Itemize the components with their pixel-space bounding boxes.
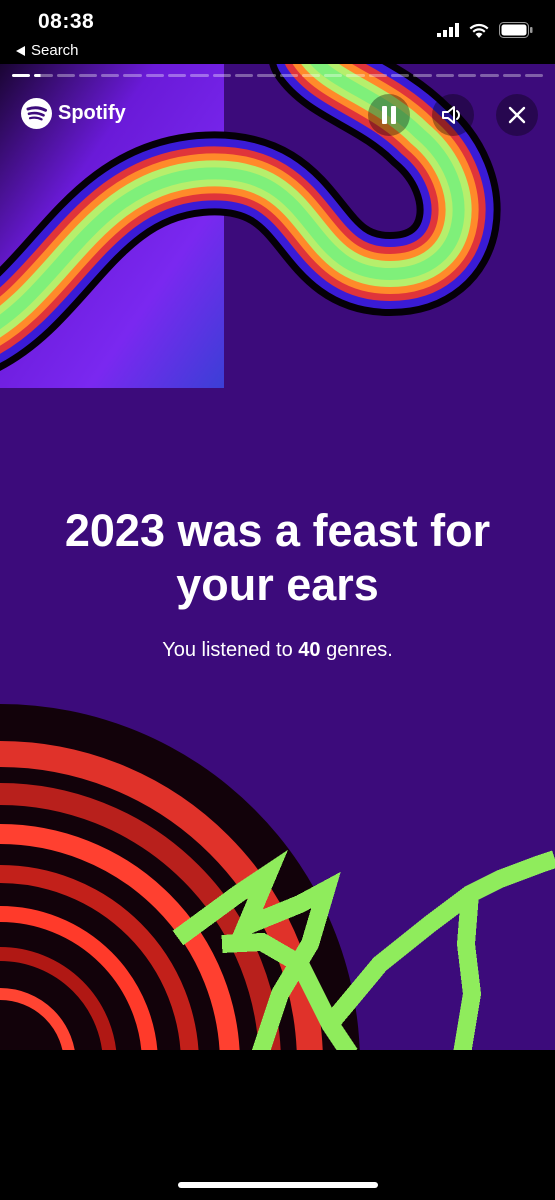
status-bar: 08:38 Search bbox=[0, 0, 555, 64]
close-button[interactable] bbox=[496, 94, 538, 136]
red-arcs bbox=[0, 704, 360, 1050]
battery-icon bbox=[499, 22, 533, 38]
status-time: 08:38 bbox=[38, 10, 95, 33]
status-icons bbox=[437, 22, 533, 38]
pause-icon bbox=[382, 106, 396, 124]
volume-button[interactable] bbox=[432, 94, 474, 136]
speaker-icon bbox=[442, 106, 460, 124]
subline-suffix: genres. bbox=[320, 639, 393, 661]
wifi-icon bbox=[469, 23, 489, 38]
back-label: Search bbox=[31, 42, 79, 59]
genre-count: 40 bbox=[298, 639, 321, 661]
subline-prefix: You listened to bbox=[162, 639, 299, 661]
story-headline: 2023 was a feast for your ears bbox=[0, 504, 555, 612]
spotify-wordmark: Spotify bbox=[58, 102, 126, 124]
back-triangle-icon bbox=[16, 45, 25, 56]
headline-line-2: your ears bbox=[176, 559, 379, 610]
close-icon bbox=[508, 106, 526, 124]
cellular-signal-icon bbox=[437, 23, 459, 37]
headline-line-1: 2023 was a feast for bbox=[64, 505, 491, 556]
story-progress-bar bbox=[12, 74, 544, 77]
spotify-logo-icon bbox=[21, 98, 52, 129]
pause-button[interactable] bbox=[368, 94, 410, 136]
back-to-search-link[interactable]: Search bbox=[16, 42, 79, 59]
wrapped-story-card[interactable]: Spotify 2023 was a feast for your ears Y… bbox=[0, 64, 555, 1050]
spotify-logo: Spotify bbox=[21, 98, 126, 129]
story-subline: You listened to 40 genres. bbox=[0, 639, 555, 662]
home-indicator[interactable] bbox=[178, 1182, 378, 1188]
